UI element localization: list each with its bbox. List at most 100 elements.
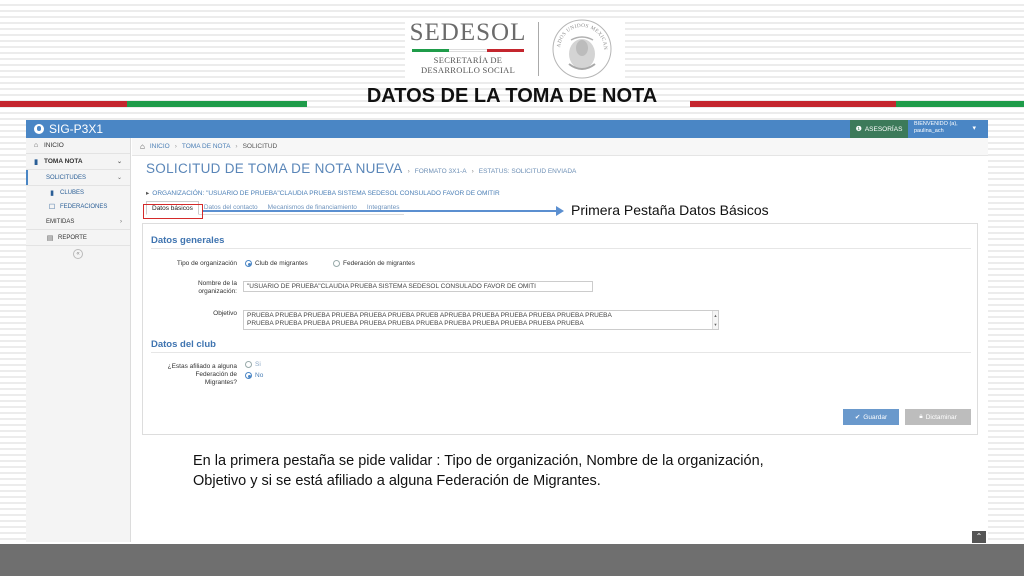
org-name-label-line-2: organización: [198,288,237,295]
organization-line: ▸ ORGANIZACIÓN: "USUARIO DE PRUEBA"CLAUDI… [146,189,500,197]
advisory-label: ASESORÍAS [864,125,903,133]
sidebar-item-toma-nota[interactable]: ▮ TOMA NOTA ⌄ [26,154,130,170]
radio-federacion-migrantes[interactable]: Federación de migrantes [333,260,415,267]
radio-dot [245,361,252,368]
breadcrumb-separator: › [235,143,238,150]
bookmark-icon: ▮ [50,190,54,197]
radio-label: Club de migrantes [255,260,308,267]
format-label: FORMATO 3X1-A [414,168,467,175]
affiliated-label-line-2: Federación de [195,371,237,378]
sidebar-item-label: TOMA NOTA [44,158,83,165]
app-brand[interactable]: SIG-P3X1 [34,122,103,136]
objective-line-2: PRUEBA PRUEBA PRUEBA PRUEBA PRUEBA PRUEB… [247,320,584,327]
sidebar-item-label: SOLICITUDES [46,174,87,181]
tab-highlight-box [143,204,203,219]
sidebar-item-solicitudes[interactable]: SOLICITUDES ⌄ [26,170,130,186]
callout-label: Primera Pestaña Datos Básicos [571,202,769,218]
chevron-right-icon: › [120,218,122,225]
info-icon: ❶ [855,126,862,133]
textarea-scrollbar[interactable]: ▲ ▼ [712,311,718,329]
sidebar-item-reporte[interactable]: ▤ REPORTE [26,230,130,246]
dictaminar-button[interactable]: 🔒︎ Dictaminar [905,409,971,425]
home-icon: ⌂ [140,142,145,151]
user-menu[interactable]: BIENVENIDO (a), paulina_ach ▾ [912,121,982,137]
slide-header: SEDESOL SECRETARÍA DE DESARROLLO SOCIAL … [0,0,1024,112]
sidebar-item-emitidas[interactable]: EMITIDAS › [26,214,130,230]
breadcrumb-separator: › [174,143,177,150]
affiliated-label-line-1: ¿Estas afiliado a alguna [167,363,237,370]
brand-sub-1: SECRETARÍA DE [433,55,503,65]
section-divider [151,248,971,249]
brand-block: SEDESOL SECRETARÍA DE DESARROLLO SOCIAL [405,18,531,75]
form-panel: Datos generales Tipo de organización Clu… [142,223,978,435]
chevron-right-icon: › [407,168,410,175]
slide-footer-bar [0,544,1024,576]
breadcrumb-item-toma-nota[interactable]: TOMA DE NOTA [182,143,231,150]
chevron-down-icon: ⌄ [116,159,122,165]
save-label: Guardar [863,413,888,421]
lock-icon: 🔒︎ [919,413,923,420]
radio-dot [245,260,252,267]
radio-afiliado-no[interactable]: No [245,372,263,379]
chevron-right-icon: › [471,168,474,175]
sidebar-item-label: REPORTE [58,234,87,241]
organization-text: ORGANIZACIÓN: "USUARIO DE PRUEBA"CLAUDIA… [152,190,500,197]
breadcrumb-item-inicio[interactable]: INICIO [150,143,170,150]
tab-mecanismos-financiamiento[interactable]: Mecanismos de financiamiento [262,201,362,215]
app-name: SIG-P3X1 [49,122,104,136]
org-type-label: Tipo de organización [176,260,237,267]
check-icon: ✔ [854,414,861,421]
org-name-input[interactable]: "USUARIO DE PRUEBA"CLAUDIA PRUEBA SISTEM… [243,281,593,292]
sidebar-item-label: CLUBES [60,190,85,196]
globe-icon [34,124,44,134]
radio-dot [333,260,340,267]
sidebar-item-clubes[interactable]: ▮ CLUBES [26,186,130,200]
radio-club-migrantes[interactable]: Club de migrantes [245,260,308,267]
brand-name: SEDESOL [409,19,527,46]
callout-arrow-line [203,210,560,212]
radio-dot [245,372,252,379]
mexico-seal-icon: ESTADOS UNIDOS MEXICANOS [551,18,612,79]
sidebar: ⌂ INICIO ▮ TOMA NOTA ⌄ SOLICITUDES ⌄ ▮ C… [26,138,131,542]
org-name-label: Nombre de la organización: [151,280,237,296]
app-topbar: SIG-P3X1 ❶ ASESORÍAS BIENVENIDO (a), pau… [26,120,988,138]
sidebar-item-federaciones[interactable]: ☐ FEDERACIONES [26,200,130,214]
breadcrumb-item-current: SOLICITUD [242,143,278,150]
sidebar-item-label: FEDERACIONES [60,204,108,210]
caret-down-icon: ▾ [972,125,976,132]
sidebar-collapse-button[interactable]: « [73,249,83,259]
edit-icon: ☐ [48,204,56,211]
section-title-general: Datos generales [151,235,225,246]
breadcrumb: ⌂ INICIO › TOMA DE NOTA › SOLICITUD [132,138,988,156]
chevron-down-icon: ⌄ [116,175,122,181]
slide-description: En la primera pestaña se pide validar : … [193,453,764,489]
report-icon: ▤ [46,234,54,242]
radio-label: Si [255,361,261,368]
objective-textarea[interactable]: PRUEBA PRUEBA PRUEBA PRUEBA PRUEBA PRUEB… [243,310,719,330]
active-indicator [26,170,28,185]
sidebar-item-label: EMITIDAS [46,218,75,225]
tab-integrantes[interactable]: Integrantes [361,201,405,215]
radio-label: Federación de migrantes [343,260,415,267]
advisory-button[interactable]: ❶ ASESORÍAS [850,120,908,138]
flag-stripe-left [0,101,307,107]
dictaminar-label: Dictaminar [925,413,957,421]
page-title: SOLICITUD DE TOMA DE NOTA NUEVA [146,161,403,176]
section-divider [151,352,971,353]
scroll-top-button[interactable]: ⌃ [972,531,986,543]
section-title-club: Datos del club [151,339,216,350]
status-label: ESTATUS: SOLICITUD ENVIADA [478,168,577,175]
brand-color-stripe [412,49,524,52]
objective-label: Objetivo [213,310,237,317]
sedesol-logo: SEDESOL SECRETARÍA DE DESARROLLO SOCIAL … [405,18,625,80]
affiliated-label-line-3: Migrantes? [204,379,237,386]
sidebar-item-label: INICIO [44,142,64,149]
org-name-label-line-1: Nombre de la [197,280,237,287]
save-button[interactable]: ✔ Guardar [843,409,899,425]
tab-datos-contacto[interactable]: Datos del contacto [198,201,263,215]
sidebar-item-inicio[interactable]: ⌂ INICIO [26,138,130,154]
radio-afiliado-si[interactable]: Si [245,361,261,368]
affiliated-label: ¿Estas afiliado a alguna Federación de M… [151,363,237,387]
caret-right-icon: ▸ [146,190,150,197]
objective-line-1: PRUEBA PRUEBA PRUEBA PRUEBA PRUEBA PRUEB… [247,312,612,319]
